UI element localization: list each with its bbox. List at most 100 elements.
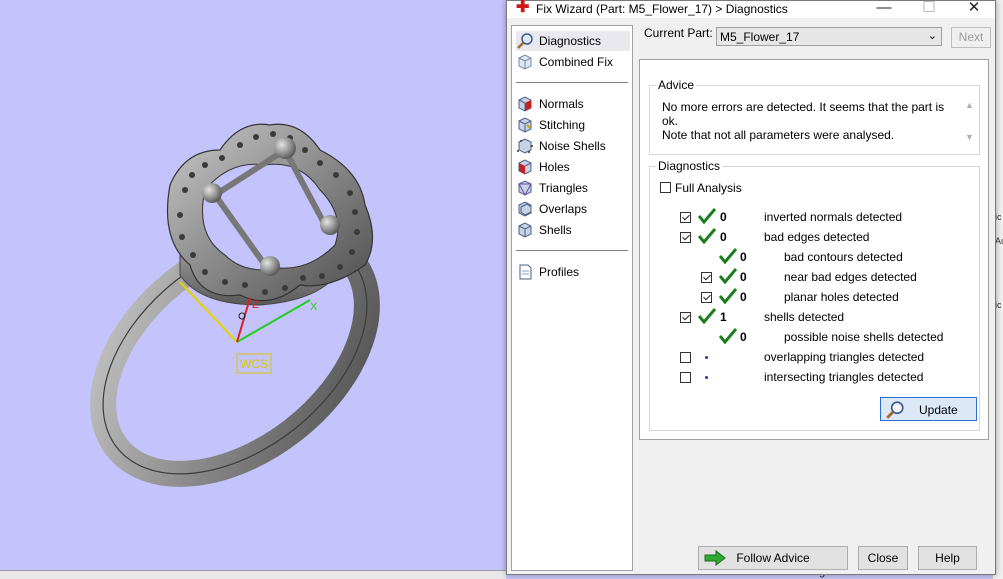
current-part-label: Current Part: [644, 26, 713, 40]
title-bar[interactable]: ✚ Fix Wizard (Part: M5_Flower_17) > Diag… [507, 0, 995, 18]
nav-divider [516, 250, 628, 251]
scroll-down-icon[interactable]: ▼ [965, 132, 974, 142]
nav-item-label: Triangles [539, 181, 588, 195]
nav-item-normals[interactable]: Normals [516, 94, 630, 114]
green-check-icon [719, 328, 737, 344]
near-bad-edges-label: near bad edges detected [784, 270, 917, 284]
profiles-page-icon [519, 264, 532, 280]
green-check-icon [698, 228, 716, 244]
window-title: Fix Wizard (Part: M5_Flower_17) > Diagno… [536, 2, 788, 16]
advice-line-2: Note that not all parameters were analys… [662, 128, 895, 142]
nav-divider [516, 82, 628, 83]
nav-item-label: Combined Fix [539, 55, 614, 69]
full-analysis-checkbox[interactable] [660, 182, 671, 193]
nav-item-label: Shells [539, 223, 572, 237]
nav-item-label: Overlaps [539, 202, 588, 216]
noise-shells-count: 0 [740, 330, 747, 344]
shells-label: shells detected [764, 310, 845, 324]
nav-item-label: Stitching [539, 118, 586, 132]
normals-cube-icon [518, 96, 532, 112]
green-arrow-icon [704, 550, 726, 566]
green-check-icon [719, 268, 737, 284]
ring-model[interactable]: Z X WCS [0, 0, 506, 579]
shells-count: 1 [720, 310, 727, 324]
nav-item-combined-fix[interactable]: Combined Fix [516, 52, 630, 72]
triangles-cube-icon [518, 180, 532, 197]
nav-item-label: Profiles [539, 265, 580, 279]
magnifier-icon [886, 401, 904, 419]
near-bad-edges-checkbox[interactable] [701, 272, 712, 283]
green-check-icon [719, 248, 737, 264]
intersecting-triangles-checkbox[interactable] [680, 372, 691, 383]
combined-fix-icon [518, 54, 532, 70]
magnifier-icon [517, 33, 533, 49]
nav-item-label: Holes [539, 160, 570, 174]
wcs-label: WCS [240, 357, 268, 371]
scroll-up-icon[interactable]: ▲ [965, 100, 974, 110]
nav-item-shells[interactable]: Shells [516, 220, 630, 240]
red-cross-icon: ✚ [516, 0, 530, 16]
full-analysis-label: Full Analysis [675, 181, 742, 195]
3d-viewport[interactable]: Z X WCS [0, 0, 506, 579]
update-button-label: Update [919, 403, 958, 417]
nav-item-noise-shells[interactable]: Noise Shells [516, 136, 630, 156]
z-axis-label: Z [252, 299, 259, 311]
nav-item-holes[interactable]: Holes [516, 157, 630, 177]
x-axis-label: X [310, 301, 318, 313]
overlaps-cube-icon [518, 201, 532, 217]
nav-item-label: Noise Shells [539, 139, 606, 153]
nav-item-label: Diagnostics [539, 34, 602, 48]
nav-item-overlaps[interactable]: Overlaps [516, 199, 630, 219]
help-button[interactable]: Help [918, 546, 977, 570]
bad-edges-checkbox[interactable] [680, 232, 691, 243]
holes-cube-icon [518, 159, 532, 175]
green-check-icon [698, 308, 716, 324]
intersecting-triangles-label: intersecting triangles detected [764, 370, 924, 384]
follow-advice-button[interactable]: Follow Advice [698, 546, 848, 570]
chevron-down-icon: ⌄ [927, 30, 937, 42]
not-analysed-dot-icon [705, 376, 708, 379]
inverted-normals-count: 0 [720, 210, 727, 224]
bad-edges-count: 0 [720, 230, 727, 244]
green-check-icon [719, 288, 737, 304]
next-button[interactable]: Next [951, 27, 991, 48]
update-button[interactable]: Update [880, 397, 977, 421]
follow-advice-label: Follow Advice [736, 551, 810, 565]
not-analysed-dot-icon [705, 356, 708, 359]
nav-item-stitching[interactable]: Stitching [516, 115, 630, 135]
planar-holes-label: planar holes detected [784, 290, 899, 304]
minimize-button[interactable]: — [869, 0, 899, 17]
overlapping-triangles-checkbox[interactable] [680, 352, 691, 363]
close-button[interactable]: Close [858, 546, 908, 570]
maximize-button[interactable]: ☐ [914, 0, 944, 17]
advice-line-1: No more errors are detected. It seems th… [662, 100, 945, 128]
diagnostics-legend: Diagnostics [656, 159, 723, 173]
overlapping-triangles-label: overlapping triangles detected [764, 350, 925, 364]
green-check-icon [698, 208, 716, 224]
diagnostics-panel: Advice No more errors are detected. It s… [639, 59, 989, 440]
inverted-normals-checkbox[interactable] [680, 212, 691, 223]
diagnostics-group: Diagnostics Full Analysis 0 inverted nor… [649, 159, 980, 431]
noise-shells-cube-icon [517, 138, 533, 154]
advice-scrollbar[interactable]: ▲ ▼ [963, 100, 977, 144]
nav-item-triangles[interactable]: Triangles [516, 178, 630, 198]
near-bad-edges-count: 0 [740, 270, 747, 284]
shells-cube-icon [518, 222, 532, 238]
current-part-value: M5_Flower_17 [720, 30, 800, 44]
viewport-ruler [0, 570, 506, 579]
bad-contours-count: 0 [740, 250, 747, 264]
advice-text: No more errors are detected. It seems th… [662, 100, 947, 142]
advice-legend: Advice [656, 78, 697, 92]
planar-holes-count: 0 [740, 290, 747, 304]
bad-contours-label: bad contours detected [784, 250, 903, 264]
nav-item-diagnostics[interactable]: Diagnostics [516, 31, 630, 51]
shells-checkbox[interactable] [680, 312, 691, 323]
advice-group: Advice No more errors are detected. It s… [649, 78, 980, 155]
bad-edges-label: bad edges detected [764, 230, 870, 244]
nav-item-label: Normals [539, 97, 584, 111]
nav-item-profiles[interactable]: Profiles [516, 262, 630, 282]
window-close-button[interactable]: ✕ [959, 0, 989, 17]
current-part-select[interactable]: M5_Flower_17 ⌄ [716, 27, 942, 46]
planar-holes-checkbox[interactable] [701, 292, 712, 303]
stitching-cube-icon [518, 117, 532, 133]
